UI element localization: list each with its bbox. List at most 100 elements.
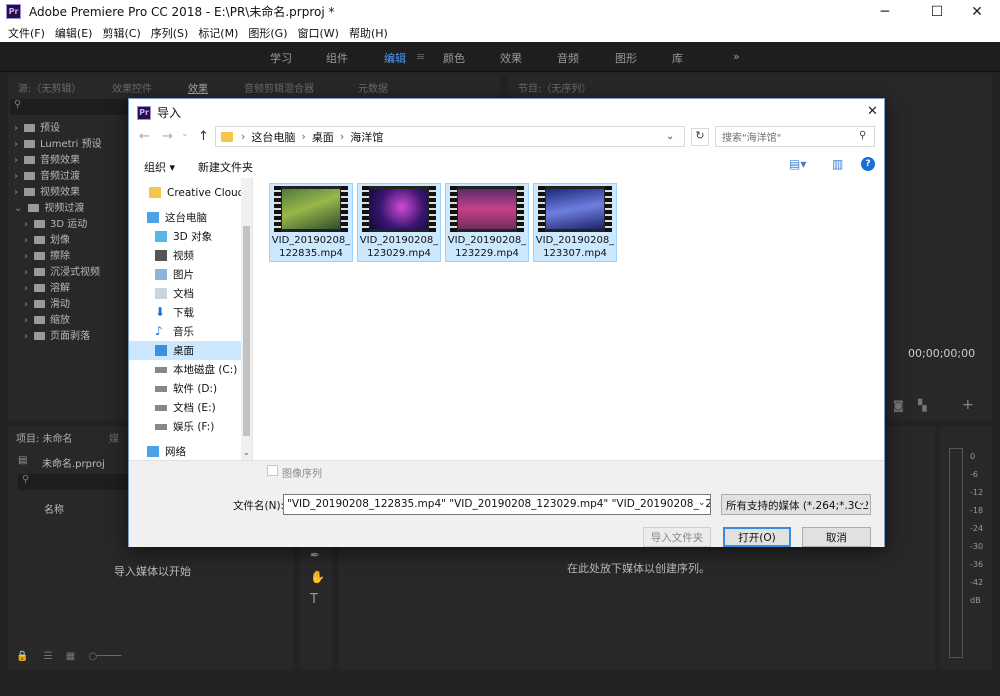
- nav-music[interactable]: ♪ 音乐: [129, 322, 241, 341]
- breadcrumb-this-pc[interactable]: 这台电脑: [251, 129, 295, 145]
- workspace-menu-icon[interactable]: ≡: [416, 50, 425, 63]
- nav-scrollbar[interactable]: ⌄: [241, 178, 252, 460]
- nav-desktop[interactable]: 桌面: [129, 341, 241, 360]
- file-item[interactable]: VID_20190208_ 123307.mp4: [533, 183, 617, 262]
- tree-item[interactable]: › 页面剥落: [14, 329, 134, 345]
- scrollbar-thumb[interactable]: [243, 226, 250, 436]
- file-item[interactable]: VID_20190208_ 123029.mp4: [357, 183, 441, 262]
- menu-window[interactable]: 窗口(W): [298, 25, 339, 41]
- workspace-tab-audio[interactable]: 音频: [557, 50, 579, 66]
- filename-dropdown-icon[interactable]: ⌄: [698, 498, 706, 508]
- scroll-down-icon[interactable]: ⌄: [243, 448, 250, 457]
- nav-drive-d[interactable]: 软件 (D:): [129, 379, 241, 398]
- menu-file[interactable]: 文件(F): [8, 25, 45, 41]
- nav-downloads[interactable]: ⬇ 下载: [129, 303, 241, 322]
- tab-audio-clip-mixer[interactable]: 音频剪辑混合器: [244, 80, 314, 95]
- tree-item[interactable]: › 缩放: [14, 313, 134, 329]
- change-view-icon[interactable]: ▤▾: [789, 157, 806, 171]
- nav-drive-c[interactable]: 本地磁盘 (C:): [129, 360, 241, 379]
- workspace-tab-graphics[interactable]: 图形: [615, 50, 637, 66]
- forward-arrow-icon[interactable]: →: [162, 129, 173, 144]
- menu-graphics[interactable]: 图形(G): [248, 25, 287, 41]
- tree-item[interactable]: ⌄ 视频过渡: [14, 201, 134, 217]
- nav-drive-e[interactable]: 文档 (E:): [129, 398, 241, 417]
- workspace-tab-libraries[interactable]: 库: [672, 50, 683, 66]
- tab-project[interactable]: 项目: 未命名: [16, 430, 73, 445]
- filename-input[interactable]: "VID_20190208_122835.mp4" "VID_20190208_…: [283, 494, 711, 515]
- address-bar[interactable]: › 这台电脑 › 桌面 › 海洋馆 ⌄: [215, 126, 685, 147]
- list-view-icon[interactable]: ☰: [44, 651, 53, 662]
- type-tool-icon[interactable]: T: [310, 592, 318, 607]
- zoom-slider[interactable]: ○────: [88, 651, 121, 662]
- program-timecode[interactable]: 00;00;00;00: [908, 347, 975, 360]
- compare-view-icon[interactable]: ▚: [918, 399, 926, 412]
- workspace-tab-learn[interactable]: 学习: [270, 50, 292, 66]
- tree-item[interactable]: › 视频效果: [14, 185, 134, 201]
- tab-metadata[interactable]: 元数据: [358, 80, 388, 95]
- add-button-icon[interactable]: +: [962, 397, 974, 413]
- menu-help[interactable]: 帮助(H): [349, 25, 388, 41]
- organize-button[interactable]: 组织 ▾: [144, 159, 175, 175]
- nav-network[interactable]: 网络: [129, 442, 241, 460]
- tree-item[interactable]: › Lumetri 预设: [14, 137, 134, 153]
- column-header-name[interactable]: 名称: [44, 501, 64, 516]
- refresh-icon[interactable]: ↻: [691, 128, 709, 146]
- tree-item[interactable]: › 音频效果: [14, 153, 134, 169]
- menu-edit[interactable]: 编辑(E): [55, 25, 93, 41]
- tree-item[interactable]: › 音频过渡: [14, 169, 134, 185]
- tree-item[interactable]: › 溶解: [14, 281, 134, 297]
- open-button[interactable]: 打开(O): [723, 527, 791, 547]
- hand-tool-icon[interactable]: ✋: [310, 570, 325, 584]
- tree-item[interactable]: › 擦除: [14, 249, 134, 265]
- tree-item[interactable]: › 滑动: [14, 297, 134, 313]
- file-type-select[interactable]: 所有支持的媒体 (*.264;*.3G2;* ⌄: [721, 494, 871, 515]
- more-workspaces-icon[interactable]: »: [733, 50, 740, 63]
- workspace-tab-effects[interactable]: 效果: [500, 50, 522, 66]
- tree-item[interactable]: › 划像: [14, 233, 134, 249]
- workspace-tab-color[interactable]: 颜色: [443, 50, 465, 66]
- back-arrow-icon[interactable]: ←: [139, 129, 150, 144]
- export-frame-icon[interactable]: ◙: [893, 399, 904, 412]
- search-input[interactable]: 搜索"海洋馆" ⚲: [715, 126, 875, 147]
- nav-videos[interactable]: 视频: [129, 246, 241, 265]
- breadcrumb-aquarium[interactable]: 海洋馆: [350, 129, 383, 145]
- nav-drive-f[interactable]: 娱乐 (F:): [129, 417, 241, 436]
- nav-this-pc[interactable]: 这台电脑: [129, 208, 241, 227]
- file-item[interactable]: VID_20190208_ 122835.mp4: [269, 183, 353, 262]
- menu-sequence[interactable]: 序列(S): [151, 25, 189, 41]
- workspace-tab-editing[interactable]: 编辑: [384, 50, 406, 66]
- new-folder-button[interactable]: 新建文件夹: [198, 159, 253, 175]
- file-item[interactable]: VID_20190208_ 123229.mp4: [445, 183, 529, 262]
- tab-source[interactable]: 源:（无剪辑）: [18, 80, 81, 95]
- dialog-close-button[interactable]: ✕: [867, 104, 878, 119]
- cancel-button[interactable]: 取消: [802, 527, 871, 547]
- preview-pane-icon[interactable]: ▥: [832, 157, 843, 171]
- import-folder-button[interactable]: 导入文件夹: [643, 527, 711, 547]
- tab-effect-controls[interactable]: 效果控件: [112, 80, 152, 95]
- help-icon[interactable]: ?: [861, 157, 875, 171]
- tree-item[interactable]: › 3D 运动: [14, 217, 134, 233]
- close-window-button[interactable]: ✕: [954, 0, 1000, 23]
- up-arrow-icon[interactable]: ↑: [198, 129, 209, 144]
- pen-tool-icon[interactable]: ✒: [310, 548, 320, 562]
- tab-effects[interactable]: 效果: [188, 80, 208, 95]
- tree-item[interactable]: › 沉浸式视频: [14, 265, 134, 281]
- menu-clip[interactable]: 剪辑(C): [102, 25, 140, 41]
- breadcrumb-desktop[interactable]: 桌面: [312, 129, 334, 145]
- icon-view-icon[interactable]: ▦: [66, 651, 75, 662]
- project-search-input[interactable]: ⚲: [18, 474, 136, 490]
- nav-documents[interactable]: 文档: [129, 284, 241, 303]
- menu-marker[interactable]: 标记(M): [198, 25, 238, 41]
- address-dropdown-icon[interactable]: ⌄: [666, 131, 674, 142]
- effects-search-input[interactable]: ⚲: [10, 99, 128, 115]
- nav-3d-objects[interactable]: 3D 对象: [129, 227, 241, 246]
- nav-pictures[interactable]: 图片: [129, 265, 241, 284]
- minimize-button[interactable]: ─: [862, 0, 908, 23]
- tab-media-browser[interactable]: 媒: [109, 430, 119, 445]
- lock-icon[interactable]: 🔒: [16, 651, 28, 662]
- recent-locations-icon[interactable]: ⌄: [181, 129, 189, 139]
- nav-creative-cloud[interactable]: Creative Cloud F: [129, 183, 241, 202]
- workspace-tab-assembly[interactable]: 组件: [326, 50, 348, 66]
- tree-item[interactable]: › 预设: [14, 121, 134, 137]
- tab-program[interactable]: 节目:（无序列）: [518, 80, 591, 95]
